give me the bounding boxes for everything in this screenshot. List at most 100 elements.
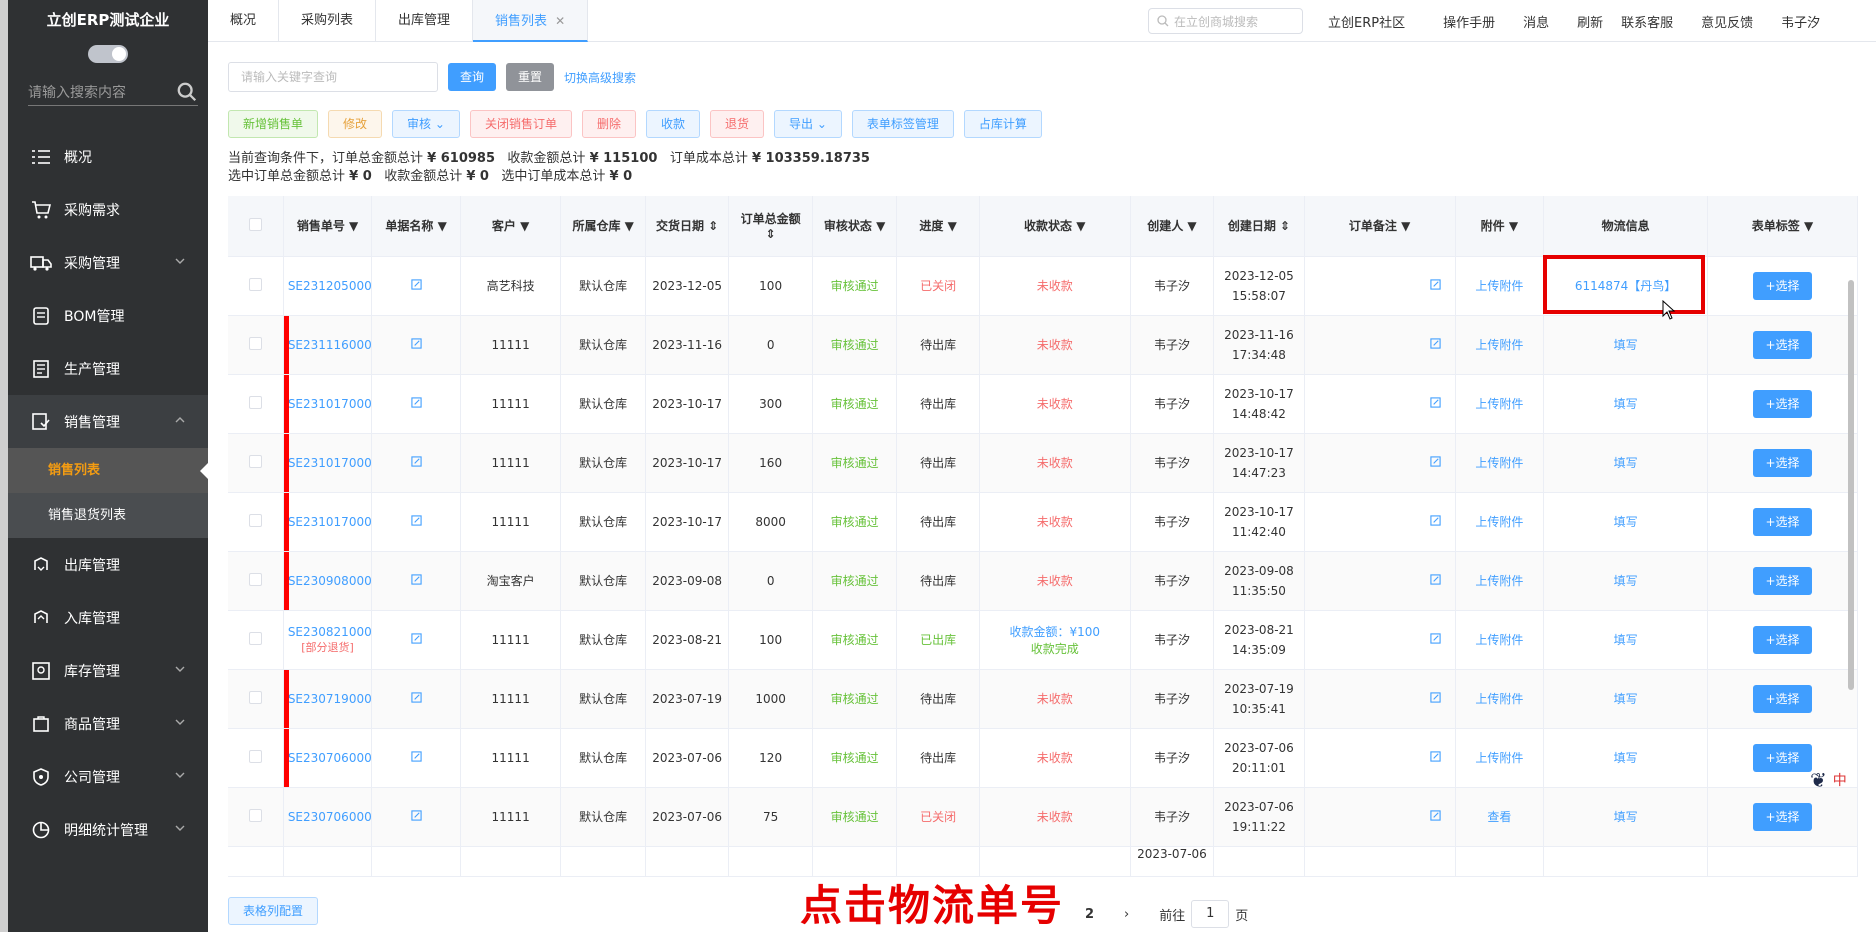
- row-checkbox[interactable]: [248, 336, 262, 350]
- page-2-button[interactable]: 2: [1085, 907, 1094, 922]
- table-row[interactable]: SE230821000 [部分退货] 11111 默认仓库 2023-08-21 100 审…: [228, 610, 1858, 670]
- link-messages[interactable]: 消息: [1523, 12, 1549, 31]
- table-row[interactable]: SE231017000 11111 默认仓库 2023-10-17 8000 审核通过 待出…: [228, 492, 1858, 552]
- attachment-link[interactable]: 上传附件: [1455, 315, 1545, 375]
- column-header[interactable]: 附件 ▼: [1455, 196, 1545, 257]
- order-no-link[interactable]: SE231017000: [288, 515, 371, 529]
- edit-icon[interactable]: [410, 455, 422, 467]
- row-checkbox[interactable]: [248, 749, 262, 763]
- filter-icon[interactable]: ▼: [1509, 219, 1518, 233]
- doc-name-cell[interactable]: [371, 551, 461, 611]
- tab-sales-list[interactable]: 销售列表 ✕: [473, 0, 589, 42]
- order-no-link[interactable]: SE230719000: [288, 692, 371, 706]
- tag-select-button[interactable]: +选择: [1753, 389, 1812, 418]
- close-order-button[interactable]: 关闭销售订单: [469, 110, 572, 138]
- sidebar-item-inbound[interactable]: 入库管理: [8, 591, 208, 644]
- column-header[interactable]: 交货日期 ⇕: [645, 196, 730, 257]
- link-manual[interactable]: 操作手册: [1443, 12, 1495, 31]
- doc-name-cell[interactable]: [371, 374, 461, 434]
- tag-select-button[interactable]: +选择: [1753, 743, 1812, 772]
- edit-icon[interactable]: [1429, 750, 1441, 762]
- order-no-cell[interactable]: SE231017000: [283, 492, 373, 552]
- sort-icon[interactable]: ⇕: [1280, 219, 1290, 233]
- sidebar-item-purchase-mgmt[interactable]: 采购管理: [8, 236, 208, 289]
- add-sales-order-button[interactable]: 新增销售单: [228, 110, 319, 138]
- row-checkbox[interactable]: [248, 631, 262, 645]
- row-select-cell[interactable]: [228, 492, 284, 552]
- filter-icon[interactable]: ▼: [438, 219, 447, 233]
- advanced-search-link[interactable]: 切换高级搜索: [564, 69, 636, 86]
- logistics-link[interactable]: 填写: [1543, 669, 1709, 729]
- row-checkbox[interactable]: [248, 395, 262, 409]
- order-no-link[interactable]: SE230908000: [288, 574, 371, 588]
- table-vertical-scrollbar[interactable]: [1846, 262, 1856, 902]
- row-select-cell[interactable]: [228, 669, 284, 729]
- tag-select-button[interactable]: +选择: [1753, 684, 1812, 713]
- column-header[interactable]: 订单备注 ▼: [1304, 196, 1456, 257]
- filter-icon[interactable]: ▼: [876, 219, 885, 233]
- edit-icon[interactable]: [410, 750, 422, 762]
- order-no-cell[interactable]: SE230908000: [283, 551, 373, 611]
- link-community[interactable]: 立创ERP社区: [1328, 12, 1405, 31]
- edit-icon[interactable]: [1429, 396, 1441, 408]
- logistics-link[interactable]: 填写: [1543, 433, 1709, 493]
- table-row[interactable]: SE230719000 11111 默认仓库 2023-07-19 1000 审核通过 待出…: [228, 669, 1858, 729]
- sort-icon[interactable]: ⇕: [708, 219, 718, 233]
- query-button[interactable]: 查询: [448, 63, 497, 91]
- column-header[interactable]: 创建日期 ⇕: [1213, 196, 1305, 257]
- edit-icon[interactable]: [410, 632, 422, 644]
- row-checkbox[interactable]: [248, 808, 262, 822]
- sidebar-item-overview[interactable]: 概况: [8, 130, 208, 183]
- link-support[interactable]: 联系客服: [1621, 12, 1673, 31]
- order-note-cell[interactable]: [1304, 433, 1456, 493]
- delete-button[interactable]: 删除: [581, 110, 636, 138]
- reset-button[interactable]: 重置: [506, 63, 555, 91]
- order-no-cell[interactable]: SE231017000: [283, 433, 373, 493]
- order-no-cell[interactable]: SE231116000: [283, 315, 373, 375]
- store-search-input[interactable]: 在立创商城搜索: [1148, 8, 1303, 34]
- row-checkbox[interactable]: [248, 454, 262, 468]
- order-note-cell[interactable]: [1304, 551, 1456, 611]
- sort-icon[interactable]: ⇕: [766, 227, 776, 241]
- row-select-cell[interactable]: [228, 728, 284, 788]
- edit-button[interactable]: 修改: [328, 110, 383, 138]
- sidebar-search[interactable]: 请输入搜索内容: [28, 78, 198, 106]
- collapse-toggle[interactable]: [88, 45, 128, 63]
- sidebar-item-inventory[interactable]: 库存管理: [8, 644, 208, 697]
- logistics-link[interactable]: 填写: [1543, 728, 1709, 788]
- tab-purchase-list[interactable]: 采购列表: [279, 0, 377, 42]
- link-refresh[interactable]: 刷新: [1577, 12, 1603, 31]
- order-note-cell[interactable]: [1304, 728, 1456, 788]
- column-header[interactable]: 订单总金额 ⇕: [728, 196, 813, 257]
- order-no-link[interactable]: SE230706000: [288, 810, 371, 824]
- export-dropdown-button[interactable]: 导出 ⌄: [774, 110, 842, 138]
- doc-name-cell[interactable]: [371, 492, 461, 552]
- stock-calc-button[interactable]: 占库计算: [963, 110, 1042, 138]
- column-header[interactable]: 客户 ▼: [460, 196, 562, 257]
- doc-name-cell[interactable]: [371, 728, 461, 788]
- order-no-cell[interactable]: SE230706000: [283, 728, 373, 788]
- row-select-cell[interactable]: [228, 787, 284, 847]
- attachment-link[interactable]: 上传附件: [1455, 433, 1545, 493]
- attachment-link[interactable]: 上传附件: [1455, 492, 1545, 552]
- table-row[interactable]: SE230706000 11111 默认仓库 2023-07-06 120 审核通过 待出库…: [228, 728, 1858, 788]
- row-checkbox[interactable]: [248, 513, 262, 527]
- floating-widget[interactable]: ❦ 中: [1810, 768, 1847, 792]
- filter-icon[interactable]: ▼: [520, 219, 529, 233]
- close-icon[interactable]: ✕: [555, 14, 565, 28]
- filter-icon[interactable]: ▼: [948, 219, 957, 233]
- column-config-button[interactable]: 表格列配置: [228, 897, 319, 925]
- filter-icon[interactable]: ▼: [625, 219, 634, 233]
- table-row[interactable]: SE231017000 11111 默认仓库 2023-10-17 300 审核通过 待出库…: [228, 374, 1858, 434]
- doc-name-cell[interactable]: [371, 433, 461, 493]
- edit-icon[interactable]: [1429, 278, 1441, 290]
- tag-select-button[interactable]: +选择: [1753, 802, 1812, 831]
- column-header[interactable]: 收款状态 ▼: [979, 196, 1131, 257]
- column-header[interactable]: 单据名称 ▼: [371, 196, 461, 257]
- filter-icon[interactable]: ▼: [1187, 219, 1196, 233]
- select-all-header[interactable]: [228, 196, 284, 257]
- edit-icon[interactable]: [1429, 691, 1441, 703]
- sidebar-item-company[interactable]: 公司管理: [8, 750, 208, 803]
- order-no-cell[interactable]: SE230821000 [部分退货]: [283, 610, 373, 670]
- order-no-link[interactable]: SE230821000: [288, 625, 371, 639]
